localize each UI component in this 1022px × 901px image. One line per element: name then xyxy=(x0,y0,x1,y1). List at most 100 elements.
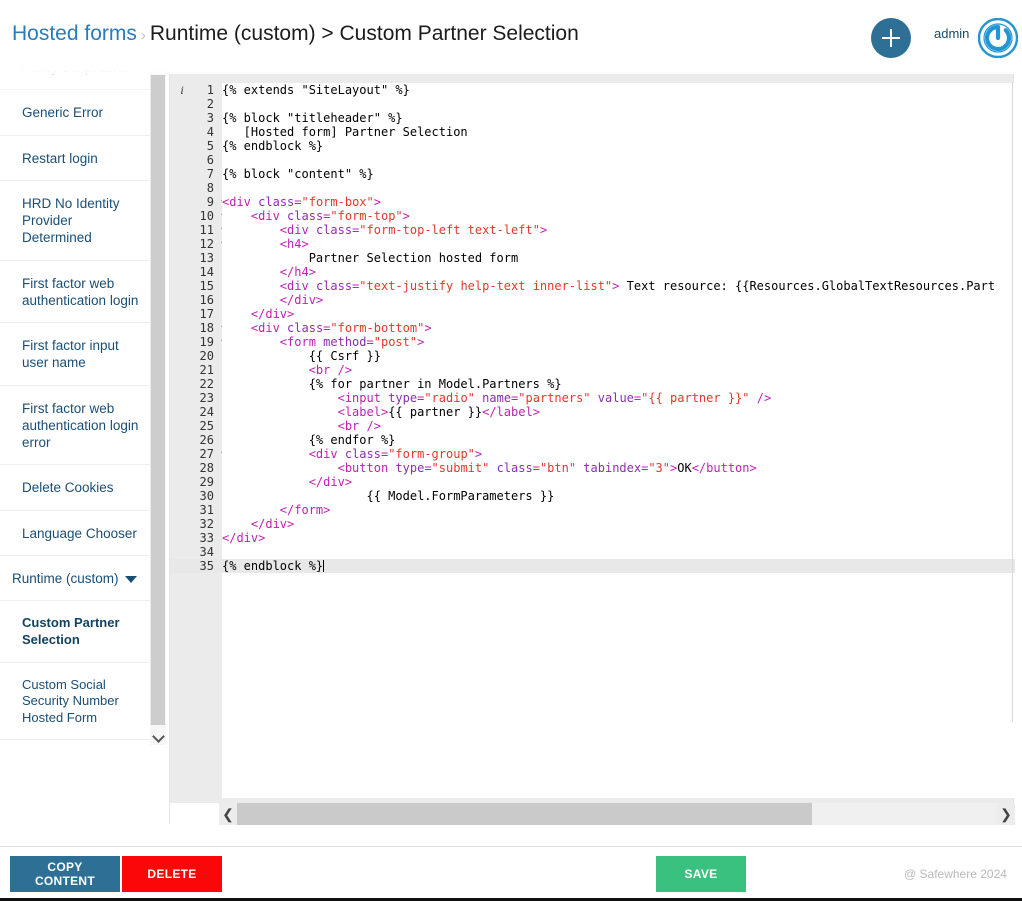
code-line-23[interactable]: 23 <input type="radio" name="partners" v… xyxy=(170,391,1015,405)
line-number: 14 xyxy=(199,265,214,279)
code-line-32[interactable]: 32 </div> xyxy=(170,517,1015,531)
chevron-right-icon[interactable]: ❯ xyxy=(997,803,1015,825)
line-number: 29 xyxy=(199,475,214,489)
code-line-27[interactable]: 27▾ <div class="form-group"> xyxy=(170,447,1015,461)
line-number: 28 xyxy=(199,461,214,475)
breadcrumb-link-hosted-forms[interactable]: Hosted forms xyxy=(12,22,137,45)
line-number: 30 xyxy=(199,489,214,503)
code-line-20[interactable]: 20 {{ Csrf }} xyxy=(170,349,1015,363)
editor-hscroll-thumb[interactable] xyxy=(237,803,812,825)
sidebar-item-custom-partner-selection[interactable]: Custom Partner Selection xyxy=(0,601,150,663)
code-line-11[interactable]: 11▾ <div class="form-top-left text-left"… xyxy=(170,223,1015,237)
sidebar-item-first-factor-web-authentication-login[interactable]: First factor web authentication login xyxy=(0,260,150,324)
line-number: 2 xyxy=(206,97,214,111)
user-name-label: admin xyxy=(934,26,970,41)
code-line-30[interactable]: 30 {{ Model.FormParameters }} xyxy=(170,489,1015,503)
code-line-15[interactable]: 15 <div class="text-justify help-text in… xyxy=(170,279,1015,293)
sidebar-item-label: Runtime (custom) xyxy=(12,570,119,586)
code-line-16[interactable]: 16 </div> xyxy=(170,293,1015,307)
code-line-21[interactable]: 21 <br /> xyxy=(170,363,1015,377)
code-line-22[interactable]: 22 {% for partner in Model.Partners %} xyxy=(170,377,1015,391)
line-number: 5 xyxy=(206,139,214,153)
sidebar-item-first-factor-input-user-name[interactable]: First factor input user name xyxy=(0,323,150,386)
code-line-4[interactable]: 4 [Hosted form] Partner Selection xyxy=(170,125,1015,139)
code-line-29[interactable]: 29 </div> xyxy=(170,475,1015,489)
code-line-31[interactable]: 31 </form> xyxy=(170,503,1015,517)
sidebar-scrollbar-thumb[interactable] xyxy=(151,75,165,725)
sidebar-item-label: HRD No Identity Provider Determined xyxy=(22,195,120,246)
code-text: {% endblock %} xyxy=(222,139,324,153)
code-text: <div class="form-top"> xyxy=(222,209,410,223)
code-text: {{ Model.FormParameters }} xyxy=(222,489,555,503)
sidebar-scroll-down-button[interactable] xyxy=(150,726,166,745)
sidebar-item-runtime-custom[interactable]: Runtime (custom) xyxy=(0,555,150,602)
code-line-33[interactable]: 33 </div> xyxy=(170,531,1015,545)
code-text: <div class="form-group"> xyxy=(222,447,483,461)
sidebar-item-generic-error[interactable]: Generic Error xyxy=(0,90,150,136)
code-line-34[interactable]: 34 xyxy=(170,545,1015,559)
code-text: {% block "titleheader" %} xyxy=(222,111,403,125)
sidebar-item-label: Language Chooser xyxy=(22,525,137,541)
sidebar-item-restart-login[interactable]: Restart login xyxy=(0,135,150,181)
chevron-left-icon[interactable]: ❮ xyxy=(219,803,237,825)
code-line-18[interactable]: 18▾ <div class="form-bottom"> xyxy=(170,321,1015,335)
sidebar-item-label: Custom Partner Selection xyxy=(22,615,120,647)
line-number: 23 xyxy=(199,391,214,405)
sidebar-item-first-factor-web-authentication-login-error[interactable]: First factor web authentication login er… xyxy=(0,385,150,466)
code-line-2[interactable]: 2 xyxy=(170,97,1015,111)
breadcrumb: Hosted forms › Runtime (custom) > Custom P… xyxy=(12,22,579,46)
code-line-28[interactable]: 28 <button type="submit" class="btn" tab… xyxy=(170,461,1015,475)
code-line-24[interactable]: 24 <label>{{ partner }}</label> xyxy=(170,405,1015,419)
sidebar-item-delete-cookies[interactable]: Delete Cookies xyxy=(0,465,150,511)
code-line-8[interactable]: 8 xyxy=(170,181,1015,195)
avatar[interactable] xyxy=(977,17,1019,59)
code-line-12[interactable]: 12▾ <h4> xyxy=(170,237,1015,251)
sidebar-item-custom-social-security-number-hosted-form[interactable]: Custom Social Security Number Hosted For… xyxy=(0,662,150,741)
sidebar-item-social-security-number-hosted-form[interactable]: Social Security Number Hosted Form xyxy=(0,740,150,745)
sidebar-item-label: First factor input user name xyxy=(22,338,119,371)
code-line-5[interactable]: 5 {% endblock %} xyxy=(170,139,1015,153)
sidebar-item-language-chooser[interactable]: Language Chooser xyxy=(0,510,150,556)
code-line-13[interactable]: 13 Partner Selection hosted form xyxy=(170,251,1015,265)
editor-horizontal-scrollbar[interactable]: ❮ ❯ xyxy=(170,803,1015,825)
add-button[interactable] xyxy=(871,18,911,58)
code-text: <form method="post"> xyxy=(222,335,425,349)
line-number: 15 xyxy=(199,279,214,293)
copyright-label: @ Safewhere 2024 xyxy=(904,867,1007,881)
save-button[interactable]: SAVE xyxy=(656,856,746,892)
code-text: {% extends "SiteLayout" %} xyxy=(222,83,410,97)
code-line-19[interactable]: 19▾ <form method="post"> xyxy=(170,335,1015,349)
line-number: 18 xyxy=(199,321,214,335)
copy-content-button[interactable]: COPY CONTENT xyxy=(10,856,120,892)
sidebar-item-hrd-no-identity-provider-determined[interactable]: HRD No Identity Provider Determined xyxy=(0,180,150,261)
caret-down-icon[interactable] xyxy=(124,575,137,583)
code-line-26[interactable]: 26 {% endfor %} xyxy=(170,433,1015,447)
code-line-3[interactable]: 3 {% block "titleheader" %} xyxy=(170,111,1015,125)
line-number: 7 xyxy=(206,167,214,181)
line-number: 34 xyxy=(199,545,214,559)
line-number: 20 xyxy=(199,349,214,363)
sidebar-nav: Policy Script ErrorGeneric ErrorRestart … xyxy=(0,45,150,745)
code-editor-content[interactable]: i 1 {% extends "SiteLayout" %} 2 3 {% block "… xyxy=(170,83,1015,798)
delete-button[interactable]: DELETE xyxy=(122,856,222,892)
code-line-14[interactable]: 14 </h4> xyxy=(170,265,1015,279)
code-line-9[interactable]: 9▾<div class="form-box"> xyxy=(170,195,1015,209)
code-text: <div class="text-justify help-text inner… xyxy=(222,279,996,293)
code-text: </form> xyxy=(222,503,331,517)
code-line-17[interactable]: 17 </div> xyxy=(170,307,1015,321)
code-line-35[interactable]: 35 {% endblock %} xyxy=(170,559,1015,573)
code-text: <input type="radio" name="partners" valu… xyxy=(222,391,772,405)
line-number: 1 xyxy=(206,83,214,97)
sidebar-item-label: Custom Social Security Number Hosted For… xyxy=(22,676,119,725)
code-line-7[interactable]: 7 {% block "content" %} xyxy=(170,167,1015,181)
line-number: 22 xyxy=(199,377,214,391)
breadcrumb-current: Runtime (custom) > Custom Partner Select… xyxy=(149,22,579,45)
line-number: 9 xyxy=(206,195,214,209)
code-line-6[interactable]: 6 xyxy=(170,153,1015,167)
code-line-1[interactable]: i 1 {% extends "SiteLayout" %} xyxy=(170,83,1015,97)
line-number: 17 xyxy=(199,307,214,321)
code-line-25[interactable]: 25 <br /> xyxy=(170,419,1015,433)
code-line-10[interactable]: 10▾ <div class="form-top"> xyxy=(170,209,1015,223)
code-editor-panel: i 1 {% extends "SiteLayout" %} 2 3 {% block "… xyxy=(169,72,1015,825)
footer-toolbar: COPY CONTENT DELETE SAVE @ Safewhere 202… xyxy=(0,847,1022,901)
